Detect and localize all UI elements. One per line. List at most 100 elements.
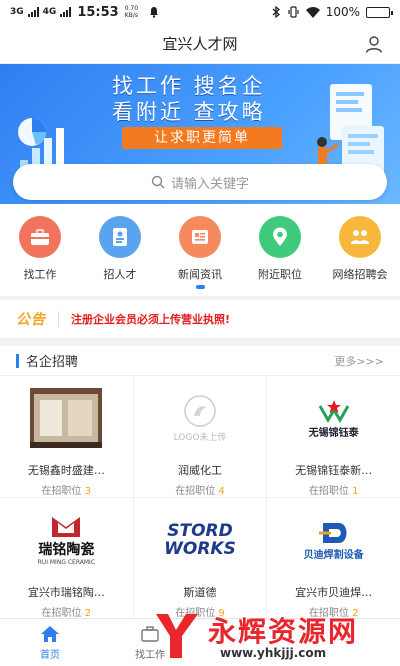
bluetooth-icon — [272, 6, 280, 18]
network-speed-value: 0.70 — [124, 5, 139, 12]
wifi-icon — [305, 6, 320, 18]
company-name: 无锡鑫时盛建… — [27, 464, 105, 477]
company-card[interactable]: 无锡鑫时盛建… 在招职位 3 — [0, 376, 133, 497]
open-positions: 在招职位 4 — [175, 486, 225, 497]
company-grid: 无锡鑫时盛建… 在招职位 3 LOGO未上传 润威化工 在招职位 4 无锡锦钰泰… — [0, 376, 400, 619]
open-positions: 在招职位 2 — [308, 608, 359, 619]
company-logo: 贝迪焊割设备 — [282, 508, 386, 572]
nav-label: 找工作 — [23, 268, 57, 281]
network-speed-unit: KB/s — [124, 12, 138, 19]
user-profile-icon[interactable] — [364, 34, 384, 54]
section-header: 名企招聘 更多>>> — [0, 346, 400, 376]
nav-find-job[interactable]: 找工作 — [0, 204, 80, 296]
announcement-text: 注册企业会员必须上传营业执照! — [71, 313, 231, 326]
search-icon — [151, 175, 165, 189]
nav-icon-circle — [339, 216, 381, 258]
home-icon — [41, 625, 59, 642]
logo-wordmark: 贝迪焊割设备 — [303, 549, 364, 561]
company-logo: LOGO未上传 — [148, 386, 252, 450]
briefcase-icon — [31, 229, 49, 245]
signal-bars-icon — [27, 7, 39, 17]
company-name: 斯道德 — [183, 586, 217, 599]
app-header: 宜兴人才网 — [0, 24, 400, 64]
company-name: 宜兴市瑞铭陶… — [27, 586, 105, 599]
logo-placeholder-icon — [184, 394, 216, 427]
company-name: 润威化工 — [177, 464, 222, 477]
tab-hidden-1[interactable] — [200, 619, 300, 666]
more-link[interactable]: 更多>>> — [334, 353, 384, 369]
logo-wordmark: 瑞铭陶瓷 — [38, 541, 95, 558]
company-card[interactable]: 贝迪焊割设备 宜兴市贝迪焊… 在招职位 2 — [267, 498, 400, 619]
open-positions: 在招职位 1 — [308, 486, 359, 497]
nav-label: 网络招聘会 — [332, 268, 388, 281]
company-logo: 瑞铭陶瓷 RUI MING CERAMIC — [14, 508, 118, 572]
nav-nearby[interactable]: 附近职位 — [240, 204, 320, 296]
vibrate-icon — [288, 6, 299, 18]
announcement-bar[interactable]: 公告 注册企业会员必须上传营业执照! — [0, 300, 400, 338]
signal-3g-label: 3G — [10, 6, 24, 17]
briefcase-icon — [141, 625, 159, 642]
company-logo: 无锡锦钰泰 — [282, 386, 386, 450]
tab-label: 找工作 — [135, 649, 165, 661]
resume-icon — [113, 228, 127, 246]
notification-bell-icon — [150, 7, 159, 18]
nav-icon-circle — [179, 216, 221, 258]
news-icon — [192, 230, 208, 244]
signal-4g-label: 4G — [42, 6, 57, 17]
company-card[interactable]: 瑞铭陶瓷 RUI MING CERAMIC 宜兴市瑞铭陶… 在招职位 2 — [0, 498, 133, 619]
jinyutai-logo-icon — [318, 399, 349, 423]
logo-wordmark-2: WORKS — [164, 539, 236, 559]
quick-nav: 找工作 招人才 新闻资讯 附近职位 网络招聘会 — [0, 204, 400, 296]
nav-icon-circle — [99, 216, 141, 258]
battery-percent: 100% — [325, 5, 360, 19]
search-input[interactable]: 请输入关键字 — [13, 164, 387, 200]
open-positions: 在招职位 9 — [175, 608, 225, 619]
status-right: 100% — [272, 5, 393, 19]
open-positions: 在招职位 2 — [41, 608, 92, 619]
tab-home[interactable]: 首页 — [0, 619, 100, 666]
divider — [58, 311, 59, 327]
location-icon — [273, 227, 287, 246]
search-placeholder: 请输入关键字 — [170, 176, 249, 192]
logo-placeholder-text: LOGO未上传 — [173, 432, 227, 443]
handshake-icon — [351, 230, 369, 244]
nav-label: 附近职位 — [258, 268, 302, 281]
nav-label: 招人才 — [103, 268, 137, 281]
storefront-photo-icon — [30, 388, 103, 448]
nav-label: 新闻资讯 — [178, 268, 222, 281]
nav-icon-circle — [19, 216, 61, 258]
nav-news[interactable]: 新闻资讯 — [160, 204, 240, 296]
company-name: 无锡锦钰泰新… — [295, 464, 373, 477]
section-title: 名企招聘 — [26, 355, 79, 370]
signal-bars-icon — [60, 7, 72, 17]
tab-hidden-2[interactable] — [300, 619, 400, 666]
company-card[interactable]: LOGO未上传 润威化工 在招职位 4 — [133, 376, 267, 497]
status-left: 3G 4G 15:53 0.70 KB/s — [10, 5, 160, 20]
company-logo: STORD WORKS — [148, 508, 252, 572]
status-bar: 3G 4G 15:53 0.70 KB/s 100% — [0, 0, 400, 24]
announcement-tag: 公告 — [16, 312, 46, 328]
tab-find-job[interactable]: 找工作 — [100, 619, 200, 666]
logo-subtitle: RUI MING CERAMIC — [37, 558, 96, 566]
network-speed: 0.70 KB/s — [125, 5, 138, 19]
battery-icon — [366, 6, 393, 18]
logo-wordmark: 无锡锦钰泰 — [308, 427, 359, 439]
bottom-tab-bar: 首页 找工作 — [0, 618, 400, 666]
company-name: 宜兴市贝迪焊… — [295, 586, 373, 599]
beidi-logo-icon — [318, 522, 347, 543]
clock: 15:53 — [77, 4, 119, 20]
nav-job-fair[interactable]: 网络招聘会 — [320, 204, 400, 296]
banner-slogan: 让求职更简单 — [122, 127, 282, 149]
logo-wordmark: STORD — [167, 521, 233, 541]
company-logo — [14, 386, 118, 450]
ruiming-logo-icon — [52, 516, 81, 537]
company-card[interactable]: 无锡锦钰泰 无锡锦钰泰新… 在招职位 1 — [267, 376, 400, 497]
tab-label: 首页 — [40, 649, 60, 661]
nav-recruit[interactable]: 招人才 — [80, 204, 160, 296]
page-title: 宜兴人才网 — [162, 35, 238, 53]
section-accent-bar — [16, 353, 19, 368]
nav-icon-circle — [259, 216, 301, 258]
company-card[interactable]: STORD WORKS 斯道德 在招职位 9 — [133, 498, 267, 619]
banner-headline-2: 看附近 查攻略 — [112, 100, 266, 124]
open-positions: 在招职位 3 — [41, 486, 92, 497]
